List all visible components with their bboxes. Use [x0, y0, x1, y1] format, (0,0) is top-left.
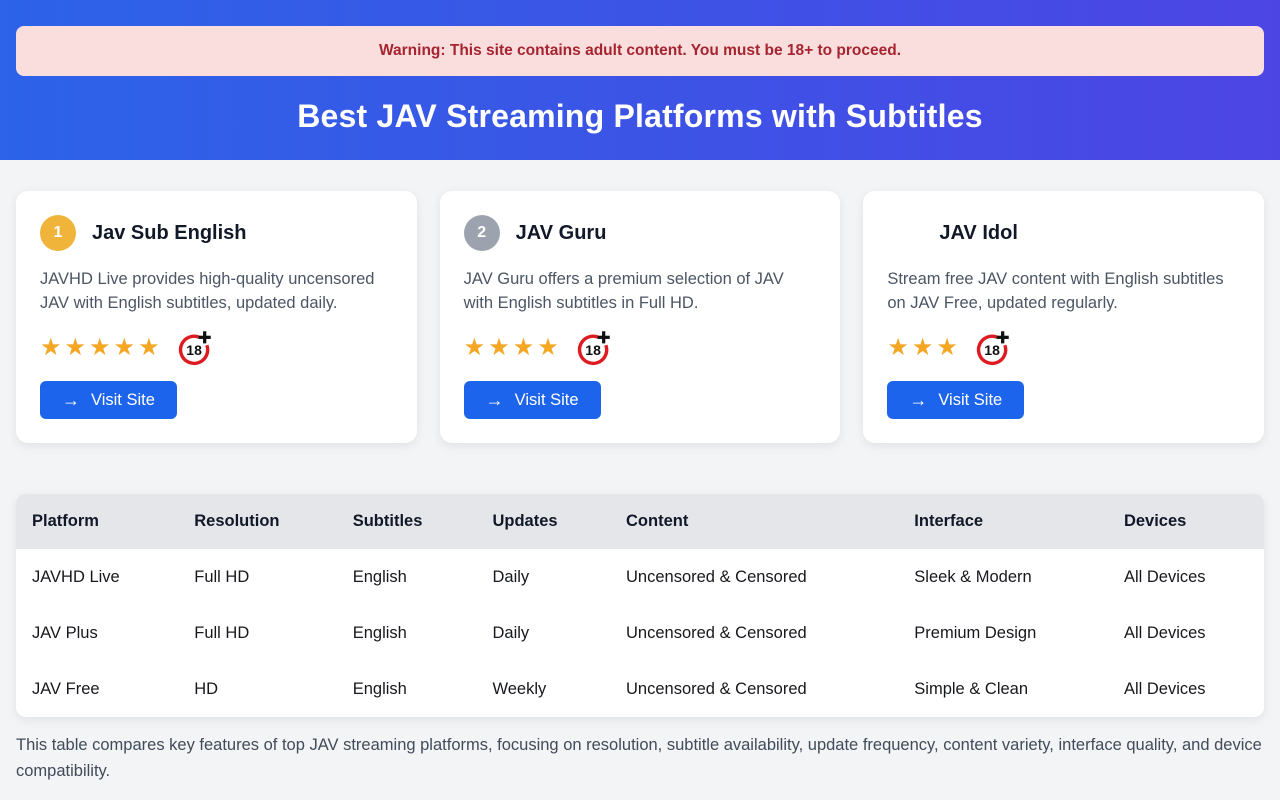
platform-card: 2 JAV Guru JAV Guru offers a premium sel… [440, 191, 841, 443]
svg-text:18: 18 [984, 342, 1000, 358]
arrow-right-icon: → [486, 391, 504, 409]
page-title: Best JAV Streaming Platforms with Subtit… [16, 98, 1264, 135]
visit-site-button[interactable]: → Visit Site [464, 381, 601, 419]
star-rating-icon: ★★★★ [464, 336, 562, 360]
table-cell: Premium Design [898, 605, 1108, 661]
visit-site-button[interactable]: → Visit Site [887, 381, 1024, 419]
platform-name: JAV Guru [516, 222, 607, 245]
visit-site-label: Visit Site [938, 391, 1002, 410]
comparison-table: PlatformResolutionSubtitlesUpdatesConten… [16, 494, 1264, 717]
rating-row: ★★★ 18 [887, 329, 1240, 367]
star-rating-icon: ★★★ [887, 336, 961, 360]
platform-description: Stream free JAV content with English sub… [887, 268, 1240, 316]
main-content: 1 Jav Sub English JAVHD Live provides hi… [0, 191, 1280, 784]
table-cell: Simple & Clean [898, 661, 1108, 717]
table-cell: Daily [476, 605, 610, 661]
rank-badge: 1 [40, 215, 76, 251]
table-row: JAVHD LiveFull HDEnglishDailyUncensored … [16, 549, 1264, 605]
card-header: JAV Idol [887, 215, 1240, 251]
column-header-updates: Updates [476, 494, 610, 549]
column-header-devices: Devices [1108, 494, 1264, 549]
18-plus-icon: 18 [176, 329, 214, 367]
table-cell: English [337, 661, 477, 717]
comparison-table-container: PlatformResolutionSubtitlesUpdatesConten… [16, 494, 1264, 717]
svg-text:18: 18 [186, 342, 202, 358]
warning-text: Warning: This site contains adult conten… [379, 42, 901, 60]
platform-card: JAV Idol Stream free JAV content with En… [863, 191, 1264, 443]
table-row: JAV FreeHDEnglishWeeklyUncensored & Cens… [16, 661, 1264, 717]
arrow-right-icon: → [62, 391, 80, 409]
rating-row: ★★★★★ 18 [40, 329, 393, 367]
platform-cards-row: 1 Jav Sub English JAVHD Live provides hi… [16, 191, 1264, 443]
card-header: 1 Jav Sub English [40, 215, 393, 251]
table-row: JAV PlusFull HDEnglishDailyUncensored & … [16, 605, 1264, 661]
table-cell: HD [178, 661, 336, 717]
rank-badge: 2 [464, 215, 500, 251]
visit-site-label: Visit Site [91, 391, 155, 410]
table-cell: All Devices [1108, 661, 1264, 717]
table-cell: All Devices [1108, 605, 1264, 661]
table-cell: Weekly [476, 661, 610, 717]
platform-card: 1 Jav Sub English JAVHD Live provides hi… [16, 191, 417, 443]
table-cell: Daily [476, 549, 610, 605]
18-plus-icon: 18 [974, 329, 1012, 367]
table-cell: All Devices [1108, 549, 1264, 605]
18-plus-icon: 18 [575, 329, 613, 367]
column-header-subtitles: Subtitles [337, 494, 477, 549]
table-cell: Sleek & Modern [898, 549, 1108, 605]
visit-site-label: Visit Site [515, 391, 579, 410]
page-header: Warning: This site contains adult conten… [0, 0, 1280, 160]
visit-site-button[interactable]: → Visit Site [40, 381, 177, 419]
platform-name: Jav Sub English [92, 222, 246, 245]
table-cell: JAV Plus [16, 605, 178, 661]
card-header: 2 JAV Guru [464, 215, 817, 251]
rating-row: ★★★★ 18 [464, 329, 817, 367]
table-cell: Uncensored & Censored [610, 605, 898, 661]
table-cell: Uncensored & Censored [610, 661, 898, 717]
table-cell: English [337, 605, 477, 661]
star-rating-icon: ★★★★★ [40, 336, 163, 360]
svg-text:18: 18 [585, 342, 601, 358]
platform-description: JAVHD Live provides high-quality uncenso… [40, 268, 393, 316]
table-cell: Uncensored & Censored [610, 549, 898, 605]
adult-warning-banner: Warning: This site contains adult conten… [16, 26, 1264, 76]
table-caption: This table compares key features of top … [16, 733, 1264, 784]
column-header-content: Content [610, 494, 898, 549]
table-cell: English [337, 549, 477, 605]
column-header-platform: Platform [16, 494, 178, 549]
table-header-row: PlatformResolutionSubtitlesUpdatesConten… [16, 494, 1264, 549]
arrow-right-icon: → [909, 391, 927, 409]
platform-name: JAV Idol [939, 222, 1018, 245]
table-cell: JAV Free [16, 661, 178, 717]
column-header-interface: Interface [898, 494, 1108, 549]
table-cell: Full HD [178, 605, 336, 661]
platform-description: JAV Guru offers a premium selection of J… [464, 268, 817, 316]
table-cell: JAVHD Live [16, 549, 178, 605]
table-cell: Full HD [178, 549, 336, 605]
column-header-resolution: Resolution [178, 494, 336, 549]
